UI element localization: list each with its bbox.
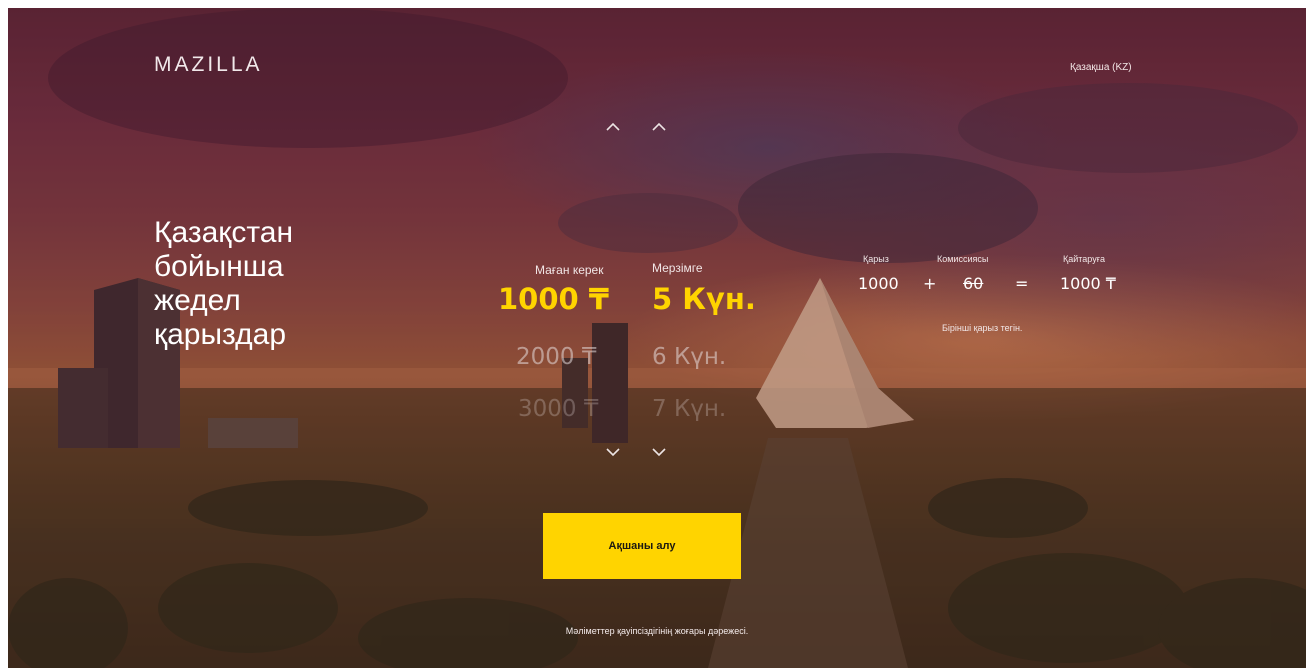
hero-background: MAZILLA Қазақша (KZ) Қазақстан бойынша ж…	[8, 8, 1306, 668]
fee-label: Комиссиясы	[937, 254, 989, 264]
return-label: Қайтаруға	[1063, 254, 1105, 264]
term-option[interactable]: 7 Күн.	[652, 396, 726, 422]
amount-option[interactable]: 3000 ₸	[518, 396, 598, 422]
headline-line: бойынша	[154, 250, 284, 283]
return-value: 1000 ₸	[1060, 274, 1116, 293]
amount-option[interactable]: 2000 ₸	[516, 344, 596, 370]
headline-line: Қазақстан	[154, 216, 294, 249]
first-loan-note: Бірінші қарыз тегін.	[942, 323, 1023, 333]
chevron-down-icon[interactable]	[652, 448, 666, 457]
equals-sign: =	[1015, 274, 1029, 293]
amount-selected[interactable]: 1000 ₸	[498, 282, 609, 316]
language-switcher[interactable]: Қазақша (KZ)	[1070, 62, 1132, 73]
chevron-down-icon[interactable]	[606, 448, 620, 457]
plus-sign: +	[923, 274, 937, 293]
loan-value: 1000	[858, 274, 899, 293]
term-label: Мерзімге	[652, 261, 703, 275]
loan-label: Қарыз	[863, 254, 889, 264]
headline-line: қарыздар	[154, 318, 287, 351]
headline-line: жедел	[154, 284, 241, 317]
chevron-up-icon[interactable]	[606, 122, 620, 131]
get-money-button[interactable]: Ақшаны алу	[543, 513, 741, 579]
fee-value: 60	[963, 274, 984, 293]
chevron-up-icon[interactable]	[652, 122, 666, 131]
hero-headline: Қазақстан бойынша жедел қарыздар	[154, 216, 384, 352]
amount-label: Маған керек	[535, 263, 604, 277]
brand-logo[interactable]: MAZILLA	[154, 53, 263, 77]
term-selected[interactable]: 5 Күн.	[652, 282, 756, 316]
security-note: Мәліметтер қауіпсіздігінің жоғары дәреже…	[565, 626, 749, 636]
term-option[interactable]: 6 Күн.	[652, 344, 726, 370]
